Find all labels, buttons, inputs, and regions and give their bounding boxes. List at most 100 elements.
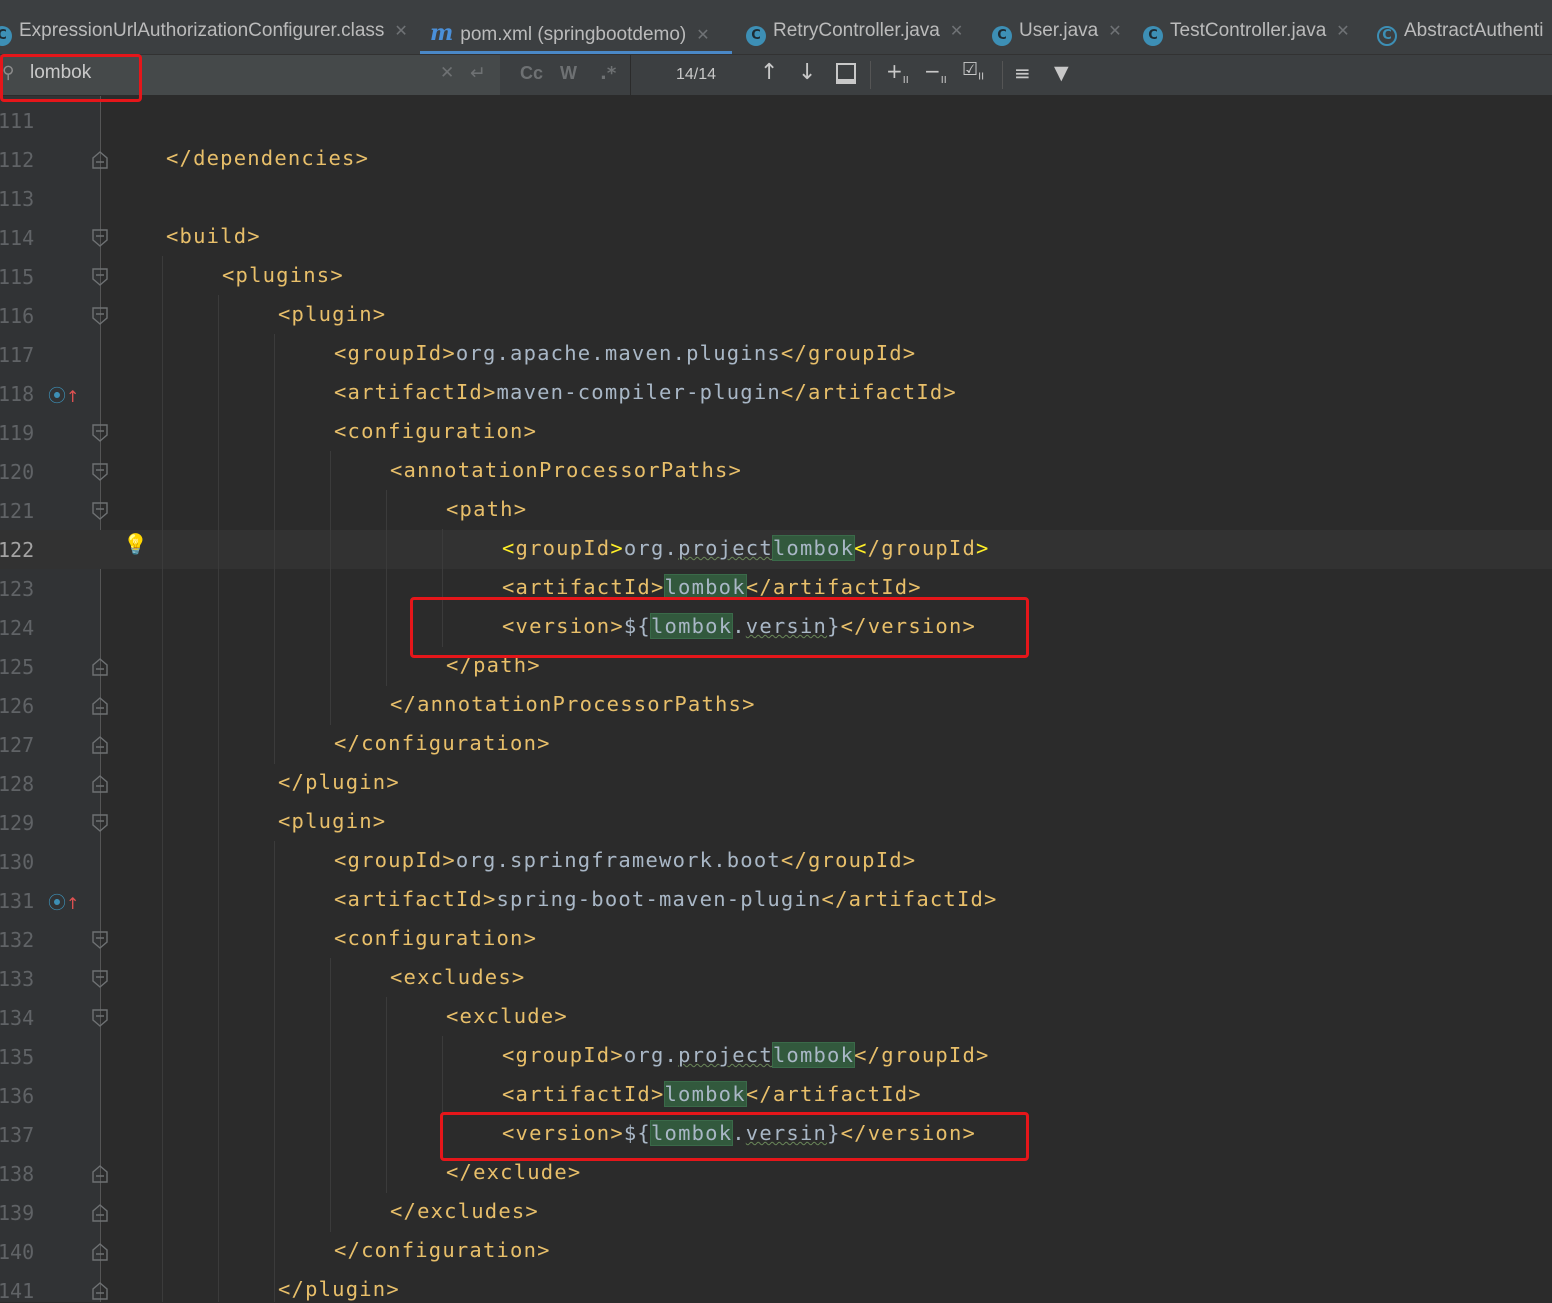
line-number: 119 [0,421,35,445]
fold-start-icon[interactable] [92,307,108,325]
code-line[interactable]: <groupId>org.springframework.boot</group… [334,848,916,872]
fold-end-icon[interactable] [92,658,108,676]
code-line[interactable]: </plugin> [278,1277,400,1301]
line-number-current: 122 [0,538,35,562]
code-line[interactable]: </dependencies> [166,146,369,170]
tab-label: pom.xml (springbootdemo) [460,24,687,45]
match-case-toggle[interactable]: Cc [520,63,543,84]
code-line[interactable]: <groupId>org.apache.maven.plugins</group… [334,341,916,365]
fold-start-icon[interactable] [92,268,108,286]
line-number: 140 [0,1240,35,1264]
indent-guide [274,841,275,1302]
code-line[interactable]: <artifactId>lombok</artifactId> [502,1081,922,1107]
code-line[interactable]: <configuration> [334,419,537,443]
fold-end-icon[interactable] [92,1243,108,1261]
code-line[interactable]: <version>${lombok.versin}</version> [502,1120,976,1146]
indent-guide [162,256,163,1302]
code-line[interactable]: <artifactId>maven-compiler-plugin</artif… [334,380,957,404]
code-line[interactable]: <plugins> [222,263,344,287]
code-line[interactable]: </annotationProcessorPaths> [390,692,756,716]
line-number: 136 [0,1084,35,1108]
code-line[interactable]: </exclude> [446,1160,581,1184]
code-line[interactable]: <excludes> [390,965,525,989]
add-occurrence-icon[interactable]: +II [886,59,909,86]
line-number: 120 [0,460,35,484]
code-line[interactable]: <configuration> [334,926,537,950]
line-number: 125 [0,655,35,679]
fold-start-icon[interactable] [92,424,108,442]
tab-pom-xml[interactable]: m pom.xml (springbootdemo) ✕ [420,14,732,54]
close-icon[interactable]: ✕ [1336,23,1349,40]
tab-test-controller[interactable]: C TestController.java ✕ [1143,14,1350,54]
code-line[interactable]: </plugin> [278,770,400,794]
fold-start-icon[interactable] [92,931,108,949]
new-line-icon[interactable]: ↵ [470,62,486,84]
line-number: 141 [0,1279,35,1303]
fold-end-icon[interactable] [92,1282,108,1300]
code-line[interactable]: </configuration> [334,731,551,755]
code-line[interactable]: <annotationProcessorPaths> [390,458,742,482]
remove-occurrence-icon[interactable]: −II [924,59,947,86]
code-line[interactable]: <path> [446,497,527,521]
lightbulb-icon[interactable]: 💡 [123,532,148,556]
fold-end-icon[interactable] [92,775,108,793]
code-line[interactable]: </path> [446,653,541,677]
line-number: 138 [0,1162,35,1186]
filter-icon[interactable]: ▼ [1054,62,1069,84]
fold-start-icon[interactable] [92,229,108,247]
code-line[interactable]: <groupId>org.projectlombok</groupId> [502,1042,990,1068]
fold-start-icon[interactable] [92,970,108,988]
indent-guide [330,958,331,1232]
whole-words-toggle[interactable]: W [560,63,577,84]
line-number: 133 [0,967,35,991]
clear-icon[interactable]: ✕ [440,63,454,83]
maven-icon: m [430,20,454,46]
line-number: 111 [0,109,35,133]
fold-start-icon[interactable] [92,463,108,481]
tab-label: TestController.java [1170,20,1327,41]
code-line[interactable]: <version>${lombok.versin}</version> [502,613,976,639]
tab-expression-url-authorization-configurer[interactable]: C ExpressionUrlAuthorizationConfigurer.cl… [0,14,408,54]
search-input[interactable] [30,59,410,87]
fold-end-icon[interactable] [92,736,108,754]
line-number: 124 [0,616,35,640]
fold-end-icon[interactable] [92,151,108,169]
indent-guide [442,1036,443,1154]
select-all-matches-icon[interactable]: ☑II [962,59,984,83]
fold-start-icon[interactable] [92,1009,108,1027]
code-line[interactable]: <plugin> [278,302,386,326]
regex-toggle[interactable]: .* [600,63,616,84]
fold-end-icon[interactable] [92,697,108,715]
indent-guide [218,295,219,1302]
search-icon[interactable]: ⚲ [2,63,14,83]
line-number: 128 [0,772,35,796]
tab-user[interactable]: C User.java ✕ [992,14,1122,54]
code-line[interactable]: <artifactId>lombok</artifactId> [502,574,922,600]
overrides-icon[interactable]: ⦿↑ [48,382,79,408]
line-number: 126 [0,694,35,718]
code-line[interactable]: </excludes> [390,1199,539,1223]
tab-abstract-authentication[interactable]: C AbstractAuthenti [1377,14,1543,54]
close-icon[interactable]: ✕ [1108,23,1121,40]
line-number: 130 [0,850,35,874]
filter-lines-icon[interactable]: ≡ [1014,61,1031,85]
code-line[interactable]: <groupId>org.projectlombok</groupId> [502,535,990,561]
tab-retry-controller[interactable]: C RetryController.java ✕ [746,14,963,54]
code-line[interactable]: <build> [166,224,261,248]
fold-start-icon[interactable] [92,814,108,832]
code-line[interactable]: <artifactId>spring-boot-maven-plugin</ar… [334,887,998,911]
code-line[interactable]: <exclude> [446,1004,568,1028]
overrides-icon[interactable]: ⦿↑ [48,889,79,915]
fold-start-icon[interactable] [92,502,108,520]
previous-occurrence-icon[interactable]: ↑ [760,60,778,85]
next-occurrence-icon[interactable]: ↓ [798,60,816,85]
fold-end-icon[interactable] [92,1165,108,1183]
close-icon[interactable]: ✕ [394,23,407,40]
select-all-occurrences-icon[interactable] [836,63,856,84]
code-line[interactable]: <plugin> [278,809,386,833]
fold-end-icon[interactable] [92,1204,108,1222]
code-line[interactable]: </configuration> [334,1238,551,1262]
find-bar: ⚲ ✕ ↵ Cc W .* 14/14 ↑ ↓ +II −II ☑II ≡ ▼ [0,55,1552,96]
close-icon[interactable]: ✕ [950,23,963,40]
close-icon[interactable]: ✕ [696,27,709,44]
